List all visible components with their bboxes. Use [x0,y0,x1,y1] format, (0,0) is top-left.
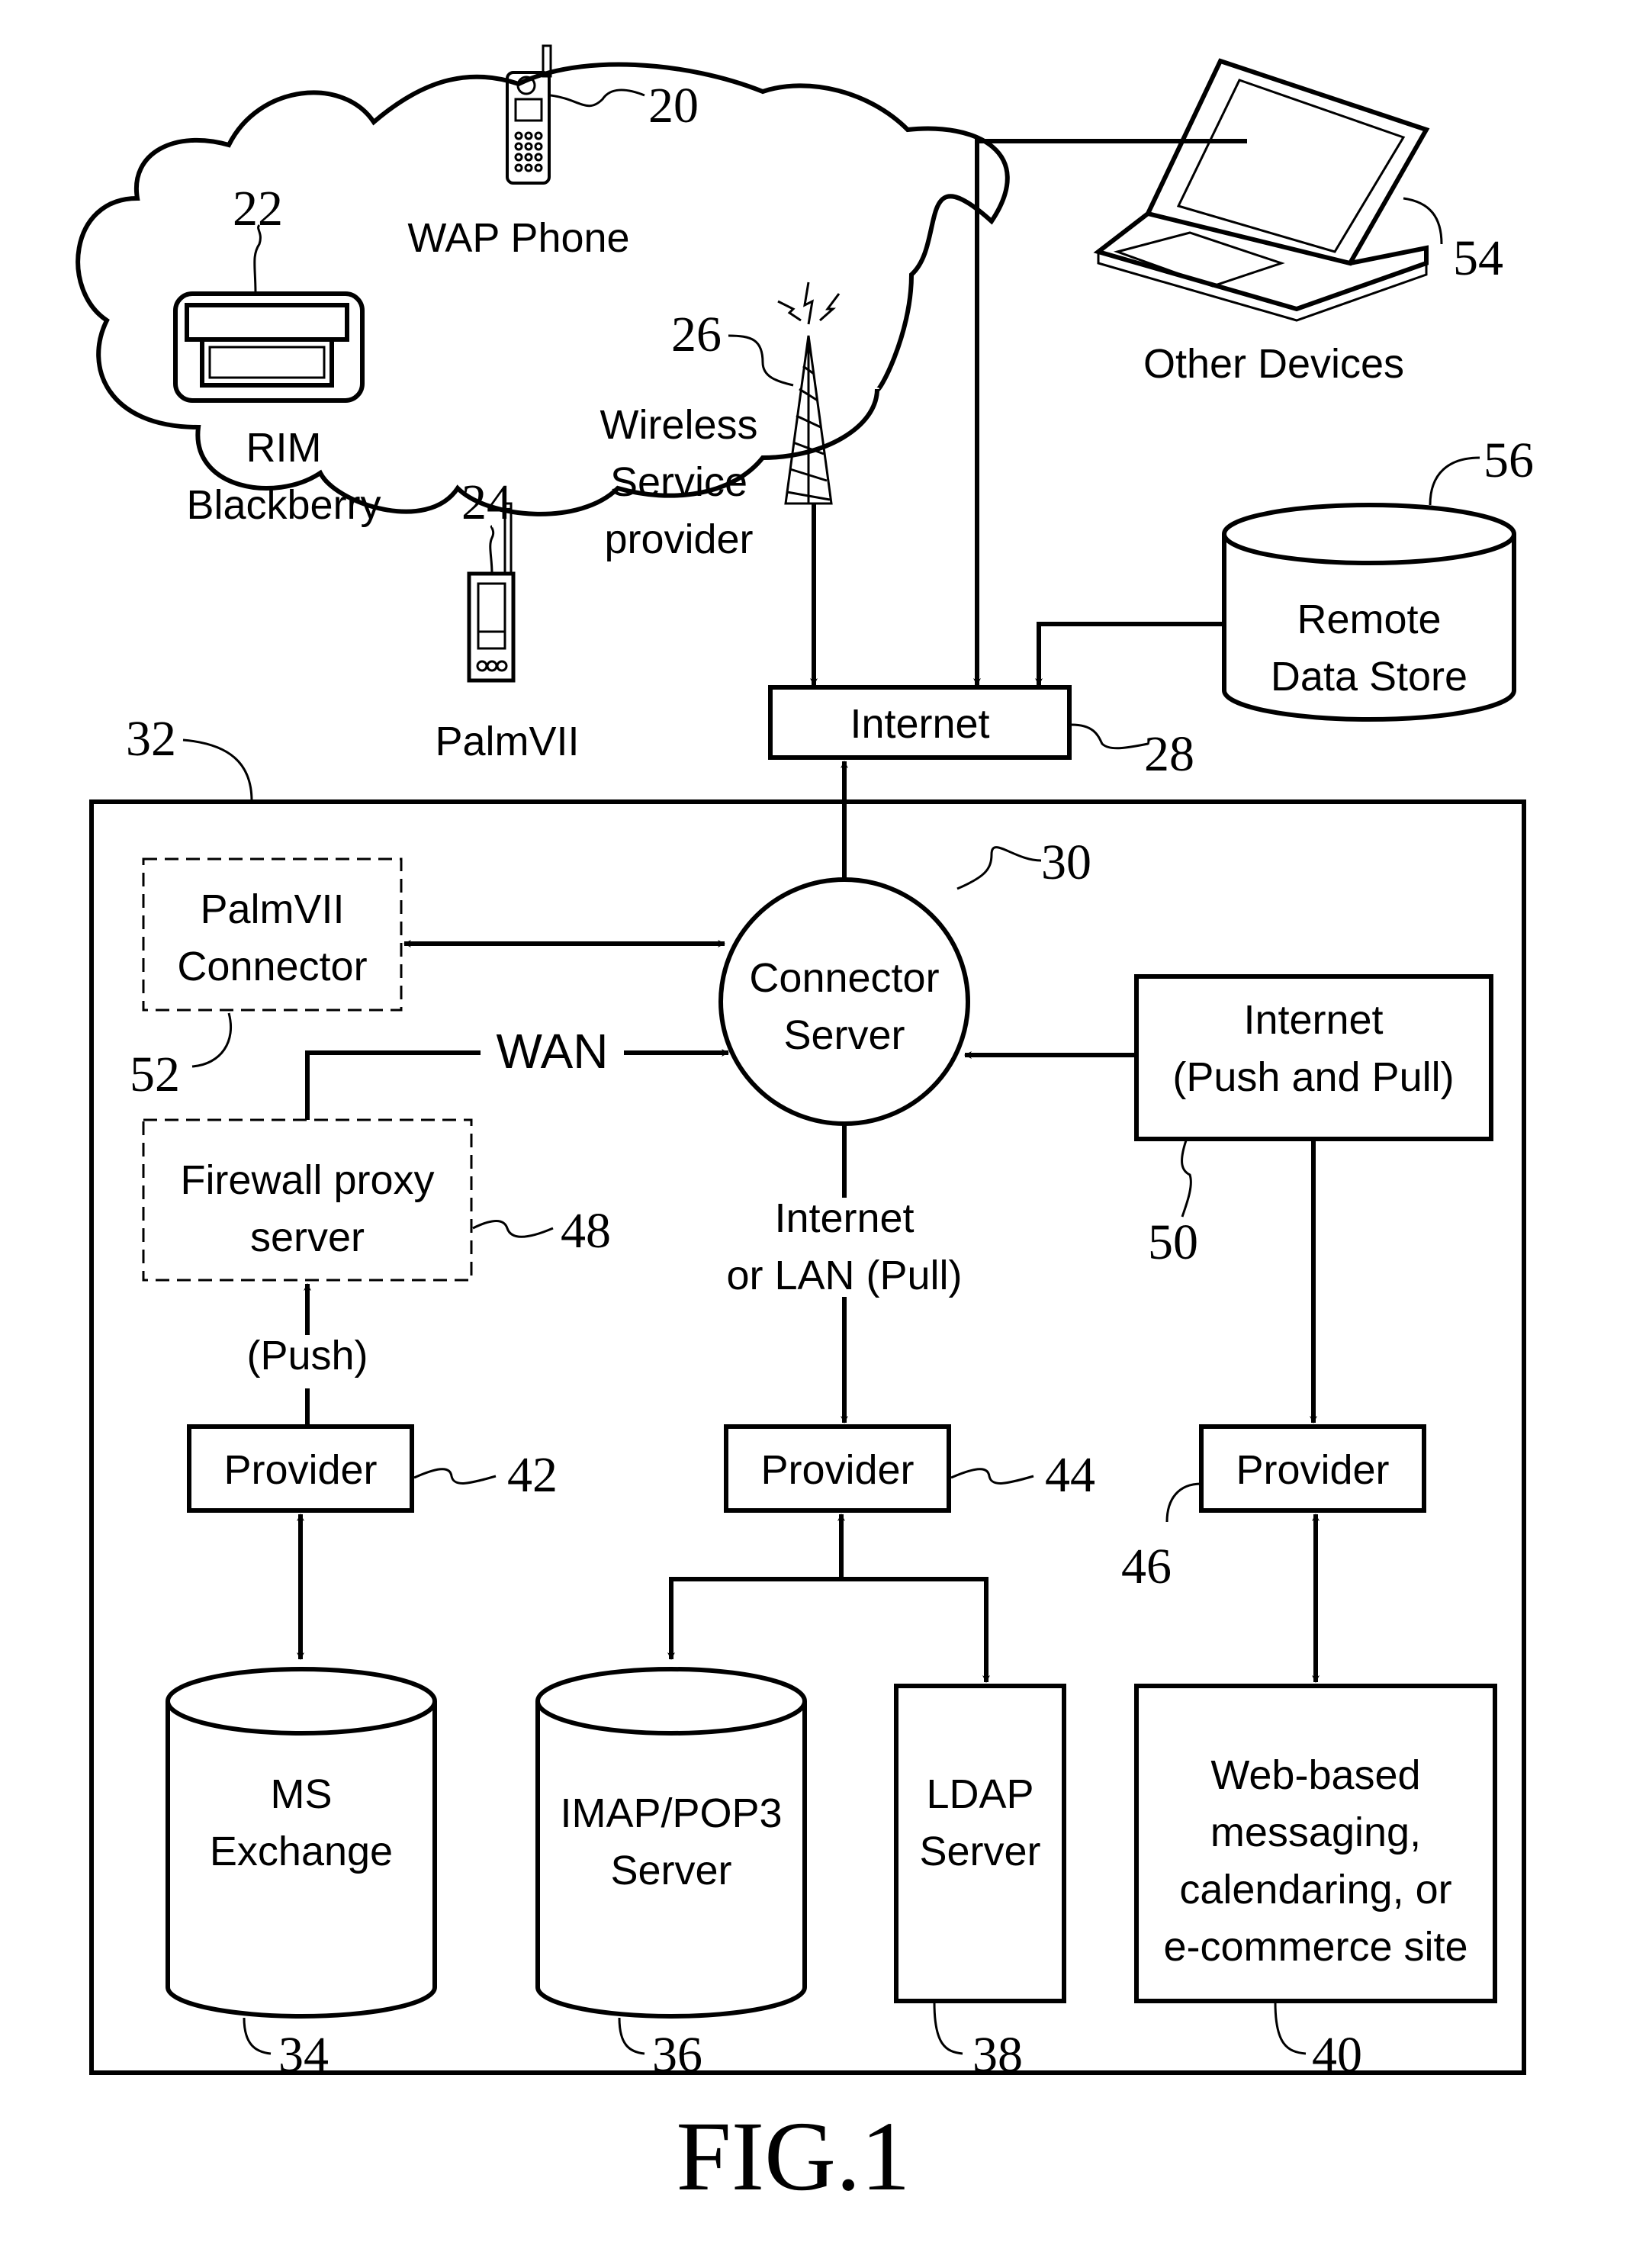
web-site-node: Web-based messaging, calendaring, or e-c… [1134,1684,1497,2083]
ref-32: 32 [126,711,176,767]
web-label-2: messaging, [1210,1810,1421,1855]
exchange-label-1: MS [271,1771,333,1817]
ref-44: 44 [1045,1447,1095,1503]
wan-label: WAN [497,1024,609,1079]
firewall-label-2: server [250,1214,365,1260]
wsp-label-2: Service [610,459,747,505]
palm-vii-label: PalmVII [435,719,579,764]
rds-label-1: Remote [1297,597,1441,642]
web-label-4: e-commerce site [1163,1924,1467,1970]
connector-label-1: Connector [749,955,939,1001]
lan-label-1: Internet [774,1195,914,1241]
provider-46-node: Provider 46 [1121,1424,1426,1594]
firewall-label-1: Firewall proxy [180,1157,434,1203]
ms-exchange-node: MS Exchange 34 [166,1667,437,2083]
edge-devices-internet [973,139,1247,686]
provider-42-label: Provider [223,1447,377,1493]
wireless-provider-node: Wireless Service provider 26 [600,281,841,562]
provider-46-label: Provider [1236,1447,1389,1493]
figure-caption: FIG.1 [677,2102,911,2212]
laptop-icon [1093,58,1430,322]
imap-label-1: IMAP/POP3 [560,1790,782,1836]
provider-42-node: Provider 42 [187,1424,558,1513]
wsp-label-3: provider [604,516,753,562]
imap-pop3-node: IMAP/POP3 Server 36 [535,1667,807,2083]
ref-20: 20 [648,78,699,134]
ref-36: 36 [652,2027,702,2083]
edge-datastore-internet [1035,622,1224,686]
rim-label-1: RIM [246,425,322,471]
provider-44-label: Provider [760,1447,914,1493]
ref-24: 24 [461,475,512,530]
ref-48: 48 [561,1203,611,1259]
wan-edge: WAN [305,1024,729,1120]
web-label-1: Web-based [1210,1752,1420,1798]
ref-26: 26 [671,307,722,362]
ref-40: 40 [1312,2027,1362,2083]
rim-blackberry-node: RIM Blackberry 22 [173,181,381,528]
ref-54: 54 [1453,230,1503,286]
palm-connector-label-2: Connector [177,944,367,989]
ldap-label-2: Server [919,1829,1040,1874]
firewall-proxy-node: Firewall proxy server 48 [142,1118,611,1282]
system-diagram: marker path { fill:#000; } WAP Phone 20 [76,44,1534,2212]
internet-label: Internet [850,701,989,747]
edge-split [669,1577,988,1682]
palm-connector-node: PalmVII Connector 52 [130,857,403,1102]
other-devices-node: Other Devices 54 [1093,58,1503,387]
ref-52: 52 [130,1047,180,1102]
ipp-label-2: (Push and Pull) [1172,1054,1454,1100]
imap-label-2: Server [610,1848,731,1893]
pager-device-icon [173,291,365,403]
ref-22: 22 [233,181,283,236]
rds-label-2: Data Store [1271,654,1467,700]
lan-label-2: or LAN (Pull) [726,1253,962,1298]
ref-28: 28 [1144,726,1194,782]
ref-38: 38 [972,2027,1023,2083]
push-label: (Push) [246,1333,368,1378]
radio-tower-icon [777,281,841,505]
provider-44-node: Provider 44 [724,1424,1095,1513]
ref-42: 42 [507,1447,558,1503]
palm-connector-label-1: PalmVII [200,886,344,932]
palm-vii-node: PalmVII 24 [435,475,579,764]
ref-46: 46 [1121,1539,1172,1594]
connector-label-2: Server [783,1012,905,1058]
other-devices-label: Other Devices [1143,341,1404,387]
wsp-label-1: Wireless [600,402,757,448]
ref-56: 56 [1484,433,1534,488]
rim-label-2: Blackberry [186,482,381,528]
wireless-cloud [76,62,1010,516]
ipp-label-1: Internet [1243,997,1383,1043]
ref-34: 34 [278,2027,329,2083]
ref-50: 50 [1148,1214,1198,1270]
ldap-node: LDAP Server 38 [894,1684,1066,2083]
web-label-3: calendaring, or [1179,1867,1451,1913]
remote-data-store-node: Remote Data Store 56 [1222,433,1534,722]
ref-30: 30 [1041,835,1091,890]
exchange-label-2: Exchange [210,1829,393,1874]
ldap-label-1: LDAP [926,1771,1033,1817]
lan-pull-edge: Internet or LAN (Pull) [726,1124,963,1424]
mobile-phone-icon [506,44,552,185]
connector-server-node: Connector Server 30 [718,835,1091,1126]
wap-phone-label: WAP Phone [407,215,629,261]
push-edge: (Push) [246,1283,368,1427]
internet-node: Internet 28 [768,685,1194,782]
